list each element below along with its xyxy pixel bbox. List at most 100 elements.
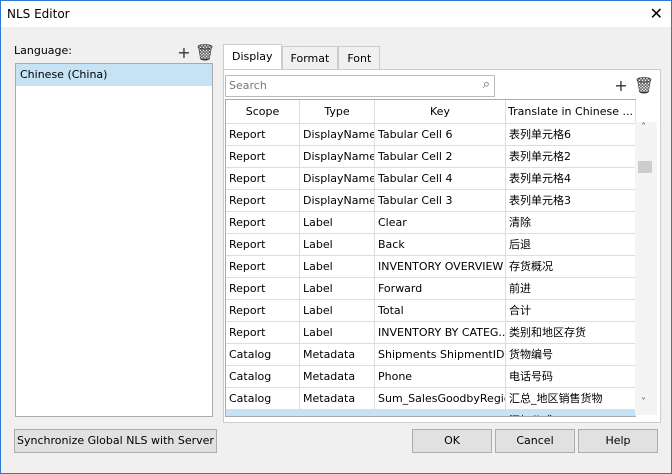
table-row[interactable]: Report DisplayName Tabular Cell 6 表列单元格6	[226, 124, 636, 146]
table-row[interactable]: Catalog Metadata Phone 电话号码	[226, 366, 636, 388]
language-label: Language:	[14, 44, 72, 57]
cell-scope: Catalog	[226, 388, 300, 409]
delete-language-icon[interactable]: 🗑	[195, 43, 215, 62]
cell-type: Label	[300, 278, 375, 299]
cell-type: DisplayName	[300, 146, 375, 167]
window-title: NLS Editor	[7, 7, 70, 21]
cell-scope: Report	[226, 322, 300, 343]
table-row[interactable]: Report Label Forward 前进	[226, 278, 636, 300]
cell-translation: 表列单元格3	[506, 190, 636, 211]
close-icon[interactable]: ✕	[650, 4, 663, 23]
cell-translation: 表列单元格2	[506, 146, 636, 167]
cell-translation: 表列单元格6	[506, 124, 636, 145]
cell-key: Total	[375, 300, 506, 321]
table-row[interactable]: Report Label Clear 清除	[226, 212, 636, 234]
cell-key: INVENTORY BY CATEG...	[375, 322, 506, 343]
cell-type: Label	[300, 322, 375, 343]
cell-type: Label	[300, 300, 375, 321]
cell-translation: 添加公式	[506, 410, 636, 416]
cell-key: INVENTORY OVERVIEW	[375, 256, 506, 277]
cell-translation: 前进	[506, 278, 636, 299]
cell-type: Label	[300, 212, 375, 233]
cell-type: Metadata	[300, 410, 375, 416]
cell-type: DisplayName	[300, 190, 375, 211]
cell-type: Metadata	[300, 366, 375, 387]
cell-scope: Report	[226, 256, 300, 277]
cell-scope: Report	[226, 410, 300, 416]
cell-key: Tabular Cell 6	[375, 124, 506, 145]
search-placeholder: Search	[229, 79, 267, 92]
cell-key: Tabular Cell 3	[375, 190, 506, 211]
cell-translation: 后退	[506, 234, 636, 255]
table-row[interactable]: Report Label Back 后退	[226, 234, 636, 256]
cell-translation: 货物编号	[506, 344, 636, 365]
column-header-scope[interactable]: Scope	[226, 100, 300, 123]
cell-translation: 类别和地区存货	[506, 322, 636, 343]
nls-editor-dialog: NLS Editor ✕ Language: + 🗑 Chinese (Chin…	[0, 0, 672, 474]
nls-table: Scope Type Key Translate in Chinese ... …	[225, 99, 636, 417]
cell-key: Back	[375, 234, 506, 255]
cell-scope: Report	[226, 124, 300, 145]
scroll-down-icon[interactable]: ˅	[641, 397, 646, 408]
scrollbar-thumb[interactable]	[638, 161, 652, 173]
table-row[interactable]: Catalog Metadata Sum_SalesGoodbyRegion 汇总_地…	[226, 388, 636, 410]
table-header: Scope Type Key Translate in Chinese ...	[226, 100, 636, 124]
cell-type: DisplayName	[300, 168, 375, 189]
cell-type: Label	[300, 234, 375, 255]
add-language-icon[interactable]: +	[175, 43, 193, 62]
column-header-translate[interactable]: Translate in Chinese ...	[506, 100, 636, 123]
tab-format[interactable]: Format	[281, 46, 339, 71]
cell-scope: Report	[226, 212, 300, 233]
scroll-up-icon[interactable]: ˄	[641, 122, 646, 133]
cell-scope: Report	[226, 234, 300, 255]
cell-key: Sum_SalesGoodbyRegion	[375, 388, 506, 409]
table-row[interactable]: Report Label INVENTORY OVERVIEW 存货概况	[226, 256, 636, 278]
add-entry-icon[interactable]: +	[612, 76, 630, 95]
ok-button[interactable]: OK	[412, 429, 492, 453]
column-header-type[interactable]: Type	[300, 100, 375, 123]
tab-display[interactable]: Display	[223, 44, 282, 71]
table-row[interactable]: Report DisplayName Tabular Cell 3 表列单元格3	[226, 190, 636, 212]
table-row[interactable]: Report DisplayName Tabular Cell 4 表列单元格4	[226, 168, 636, 190]
cell-translation: 合计	[506, 300, 636, 321]
cell-type: DisplayName	[300, 124, 375, 145]
cell-key: Forward	[375, 278, 506, 299]
cell-key: Tabular Cell 4	[375, 168, 506, 189]
cell-scope: Report	[226, 168, 300, 189]
delete-entry-icon[interactable]: 🗑	[634, 76, 654, 95]
cell-translation: 表列单元格4	[506, 168, 636, 189]
cancel-button[interactable]: Cancel	[495, 429, 575, 453]
table-row[interactable]: Report Label INVENTORY BY CATEG... 类别和地区存货	[226, 322, 636, 344]
search-input[interactable]: Search ⌕	[225, 75, 495, 97]
cell-type: Metadata	[300, 388, 375, 409]
cell-key: Shipments ShipmentID	[375, 344, 506, 365]
table-row[interactable]: Report DisplayName Tabular Cell 2 表列单元格2	[226, 146, 636, 168]
cell-key: Clear	[375, 212, 506, 233]
language-list: Chinese (China)	[15, 63, 213, 417]
cell-type: Label	[300, 256, 375, 277]
cell-translation: 汇总_地区销售货物	[506, 388, 636, 409]
title-bar: NLS Editor ✕	[1, 1, 671, 27]
cell-translation: 电话号码	[506, 366, 636, 387]
cell-scope: Catalog	[226, 366, 300, 387]
cell-scope: Report	[226, 146, 300, 167]
cell-key: Add Formula	[375, 410, 506, 416]
table-row[interactable]: ReportMetadataAdd Formula添加公式	[226, 410, 636, 416]
language-item[interactable]: Chinese (China)	[16, 64, 212, 86]
help-button[interactable]: Help	[578, 429, 658, 453]
tab-bar: Display Format Font	[223, 44, 381, 71]
table-row[interactable]: Catalog Metadata Shipments ShipmentID 货物编号	[226, 344, 636, 366]
synchronize-button[interactable]: Synchronize Global NLS with Server	[14, 429, 217, 453]
cell-translation: 清除	[506, 212, 636, 233]
table-row[interactable]: Report Label Total 合计	[226, 300, 636, 322]
column-header-key[interactable]: Key	[375, 100, 506, 123]
search-icon[interactable]: ⌕	[483, 77, 490, 92]
tab-font[interactable]: Font	[338, 46, 381, 71]
cell-scope: Report	[226, 278, 300, 299]
cell-scope: Report	[226, 190, 300, 211]
cell-key: Tabular Cell 2	[375, 146, 506, 167]
cell-translation: 存货概况	[506, 256, 636, 277]
cell-scope: Report	[226, 300, 300, 321]
cell-key: Phone	[375, 366, 506, 387]
cell-scope: Catalog	[226, 344, 300, 365]
